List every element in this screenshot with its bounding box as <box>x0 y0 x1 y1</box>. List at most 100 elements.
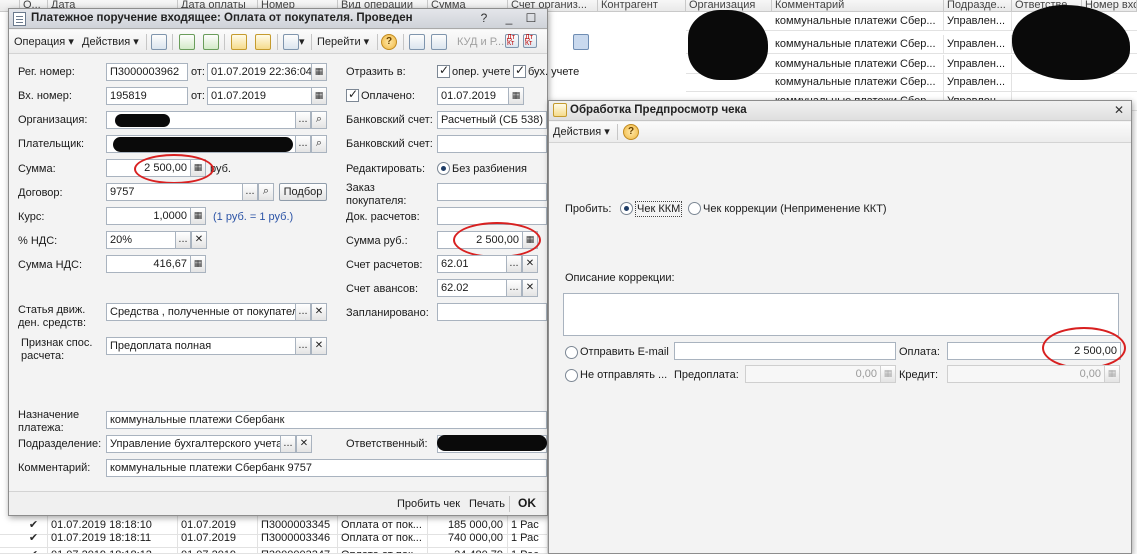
search-icon[interactable]: ⌕ <box>258 183 274 201</box>
unpost-icon[interactable] <box>255 34 271 50</box>
in-number-field[interactable]: 195819 <box>106 87 188 105</box>
calculator-icon[interactable]: ▦ <box>880 365 896 383</box>
operation-menu[interactable]: Операция ▾ <box>14 33 74 51</box>
bank-account-2-field[interactable] <box>437 135 547 153</box>
receipt-preview-dialog: Обработка Предпросмотр чека ✕ Действия ▾… <box>548 100 1132 554</box>
print-check-button[interactable]: Пробить чек <box>397 497 460 511</box>
in-date-field[interactable]: 01.07.2019 <box>207 87 312 105</box>
correction-check-radio[interactable] <box>688 202 701 215</box>
table-row[interactable]: ✔ 01.07.2019 18:18:12 01.07.2019 П300000… <box>0 546 548 554</box>
post-icon[interactable] <box>231 34 247 50</box>
email-field[interactable] <box>674 342 896 360</box>
cashflow-label: Статья движ. ден. средств: <box>18 304 87 329</box>
select-button[interactable]: ... <box>242 183 258 201</box>
calendar-icon[interactable]: ▦ <box>311 87 327 105</box>
clear-icon[interactable]: ✕ <box>311 303 327 321</box>
window-titlebar[interactable]: Платежное поручение входящее: Оплата от … <box>9 9 547 29</box>
based-on-dropdown[interactable]: ▾ <box>299 33 305 51</box>
prepayment-field[interactable]: 0,00 <box>745 365 881 383</box>
select-button[interactable]: ... <box>295 337 311 355</box>
send-email-radio[interactable] <box>565 346 578 359</box>
oper-accounting-checkbox[interactable] <box>437 63 450 78</box>
minimize-icon[interactable]: _ <box>502 12 516 26</box>
settlement-account-field[interactable]: 62.01 <box>437 255 507 273</box>
calculator-icon[interactable]: ▦ <box>1104 365 1120 383</box>
save-icon[interactable] <box>151 34 167 50</box>
search-icon[interactable]: ⌕ <box>311 135 327 153</box>
correction-description-field[interactable] <box>563 293 1119 336</box>
clear-icon[interactable]: ✕ <box>522 255 538 273</box>
dt-kt-icon[interactable]: Дт Кт <box>505 34 519 48</box>
close-icon[interactable]: ✕ <box>1112 104 1126 118</box>
list-icon[interactable] <box>409 34 425 50</box>
help-icon[interactable]: ? <box>623 124 639 140</box>
calendar-icon[interactable]: ▦ <box>311 63 327 81</box>
no-send-radio[interactable] <box>565 369 578 382</box>
dialog-titlebar[interactable]: Обработка Предпросмотр чека ✕ <box>549 101 1131 121</box>
calculator-icon[interactable]: ▦ <box>190 207 206 225</box>
bank-account-field[interactable]: Расчетный (СБ 538) <box>437 111 547 129</box>
purpose-field[interactable]: коммунальные платежи Сбербанк <box>106 411 547 429</box>
clear-icon[interactable]: ✕ <box>311 337 327 355</box>
refresh-icon[interactable] <box>179 34 195 50</box>
window-help-icon[interactable]: ? <box>477 12 491 26</box>
no-split-radio[interactable] <box>437 162 450 175</box>
rate-note-link[interactable]: (1 руб. = 1 руб.) <box>213 210 293 224</box>
reg-number-field[interactable]: П3000003962 <box>106 63 188 81</box>
advance-account-field[interactable]: 62.02 <box>437 279 507 297</box>
prepayment-label: Предоплата: <box>674 369 739 381</box>
department-field[interactable]: Управление бухгалтерского учета <box>106 435 281 453</box>
select-button[interactable]: ... <box>506 279 522 297</box>
vat-sum-field[interactable]: 416,67 <box>106 255 191 273</box>
select-button[interactable]: ... <box>280 435 296 453</box>
ok-button[interactable]: OK <box>518 496 536 510</box>
based-on-icon[interactable] <box>283 34 299 50</box>
clear-icon[interactable]: ✕ <box>522 279 538 297</box>
kkm-check-radio[interactable] <box>620 202 633 215</box>
col-header[interactable]: Контрагент <box>598 0 686 12</box>
calendar-icon[interactable]: ▦ <box>508 87 524 105</box>
reg-date-field[interactable]: 01.07.2019 22:36:04 <box>207 63 312 81</box>
copy-icon[interactable] <box>203 34 219 50</box>
toolbar-separator <box>224 34 225 50</box>
select-button[interactable]: ... <box>295 135 311 153</box>
structure-icon[interactable] <box>431 34 447 50</box>
col-header[interactable]: Комментарий <box>772 0 944 12</box>
sum-label: Сумма: <box>18 163 56 175</box>
redaction-blot <box>437 435 547 451</box>
select-button[interactable]: ... <box>506 255 522 273</box>
calc-method-field[interactable]: Предоплата полная <box>106 337 296 355</box>
help-icon[interactable]: ? <box>381 34 397 50</box>
goto-menu[interactable]: Перейти ▾ <box>317 33 369 51</box>
calculator-icon[interactable]: ▦ <box>190 255 206 273</box>
maximize-icon[interactable]: ☐ <box>524 12 538 26</box>
select-button[interactable]: ... <box>295 111 311 129</box>
clear-icon[interactable]: ✕ <box>296 435 312 453</box>
paid-date-field[interactable]: 01.07.2019 <box>437 87 509 105</box>
punch-label: Пробить: <box>565 203 612 215</box>
actions-menu[interactable]: Действия ▾ <box>82 33 139 51</box>
contract-field[interactable]: 9757 <box>106 183 243 201</box>
dialog-actions-menu[interactable]: Действия ▾ <box>553 123 610 141</box>
select-button[interactable]: ... <box>175 231 191 249</box>
clear-icon[interactable]: ✕ <box>191 231 207 249</box>
vat-rate-field[interactable]: 20% <box>106 231 176 249</box>
pin-icon[interactable] <box>573 34 589 50</box>
cashflow-field[interactable]: Средства , полученные от покупател <box>106 303 296 321</box>
rate-field[interactable]: 1,0000 <box>106 207 191 225</box>
col-header[interactable]: Подразде... <box>944 0 1012 12</box>
dt-kt-reports-icon[interactable]: Дт Кт <box>523 34 537 48</box>
window-footer: Пробить чек Печать OK <box>9 491 547 515</box>
print-button[interactable]: Печать <box>469 497 505 511</box>
comment-field[interactable]: коммунальные платежи Сбербанк 9757 <box>106 459 547 477</box>
paid-checkbox[interactable] <box>346 87 359 102</box>
search-icon[interactable]: ⌕ <box>311 111 327 129</box>
customer-order-field[interactable] <box>437 183 547 201</box>
kudir-button[interactable]: КУД и Р... <box>457 33 504 51</box>
planned-field[interactable] <box>437 303 547 321</box>
pick-button[interactable]: Подбор <box>279 183 327 201</box>
select-button[interactable]: ... <box>295 303 311 321</box>
credit-field[interactable]: 0,00 <box>947 365 1105 383</box>
no-send-label: Не отправлять ... <box>580 369 668 381</box>
buh-accounting-checkbox[interactable] <box>513 63 526 78</box>
